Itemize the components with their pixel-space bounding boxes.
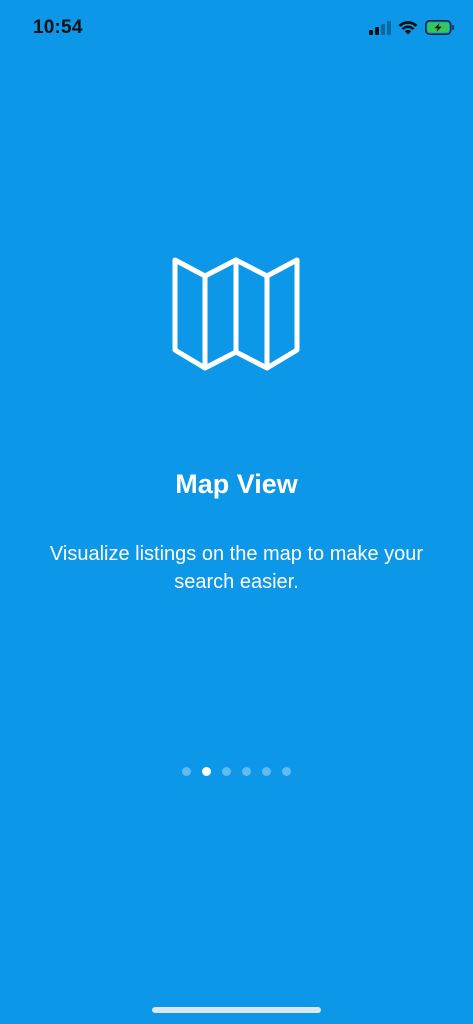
page-dot[interactable] bbox=[182, 767, 191, 776]
onboarding-description: Visualize listings on the map to make yo… bbox=[49, 543, 424, 593]
page-dot[interactable] bbox=[242, 767, 251, 776]
status-bar: 10:54 bbox=[0, 0, 473, 58]
page-indicator[interactable] bbox=[0, 767, 473, 776]
map-icon bbox=[168, 252, 304, 376]
page-dot[interactable] bbox=[262, 767, 271, 776]
page-dot-active[interactable] bbox=[202, 767, 211, 776]
wifi-icon bbox=[398, 21, 418, 35]
status-icons bbox=[369, 20, 455, 35]
page-dot[interactable] bbox=[282, 767, 291, 776]
onboarding-screen[interactable]: 10:54 Map View Visualize listings on the… bbox=[0, 0, 473, 1024]
page-dot[interactable] bbox=[222, 767, 231, 776]
status-time: 10:54 bbox=[33, 17, 83, 38]
home-indicator[interactable] bbox=[152, 1007, 321, 1013]
cellular-signal-icon bbox=[369, 20, 391, 35]
battery-charging-icon bbox=[425, 20, 455, 35]
onboarding-title: Map View bbox=[175, 469, 298, 499]
